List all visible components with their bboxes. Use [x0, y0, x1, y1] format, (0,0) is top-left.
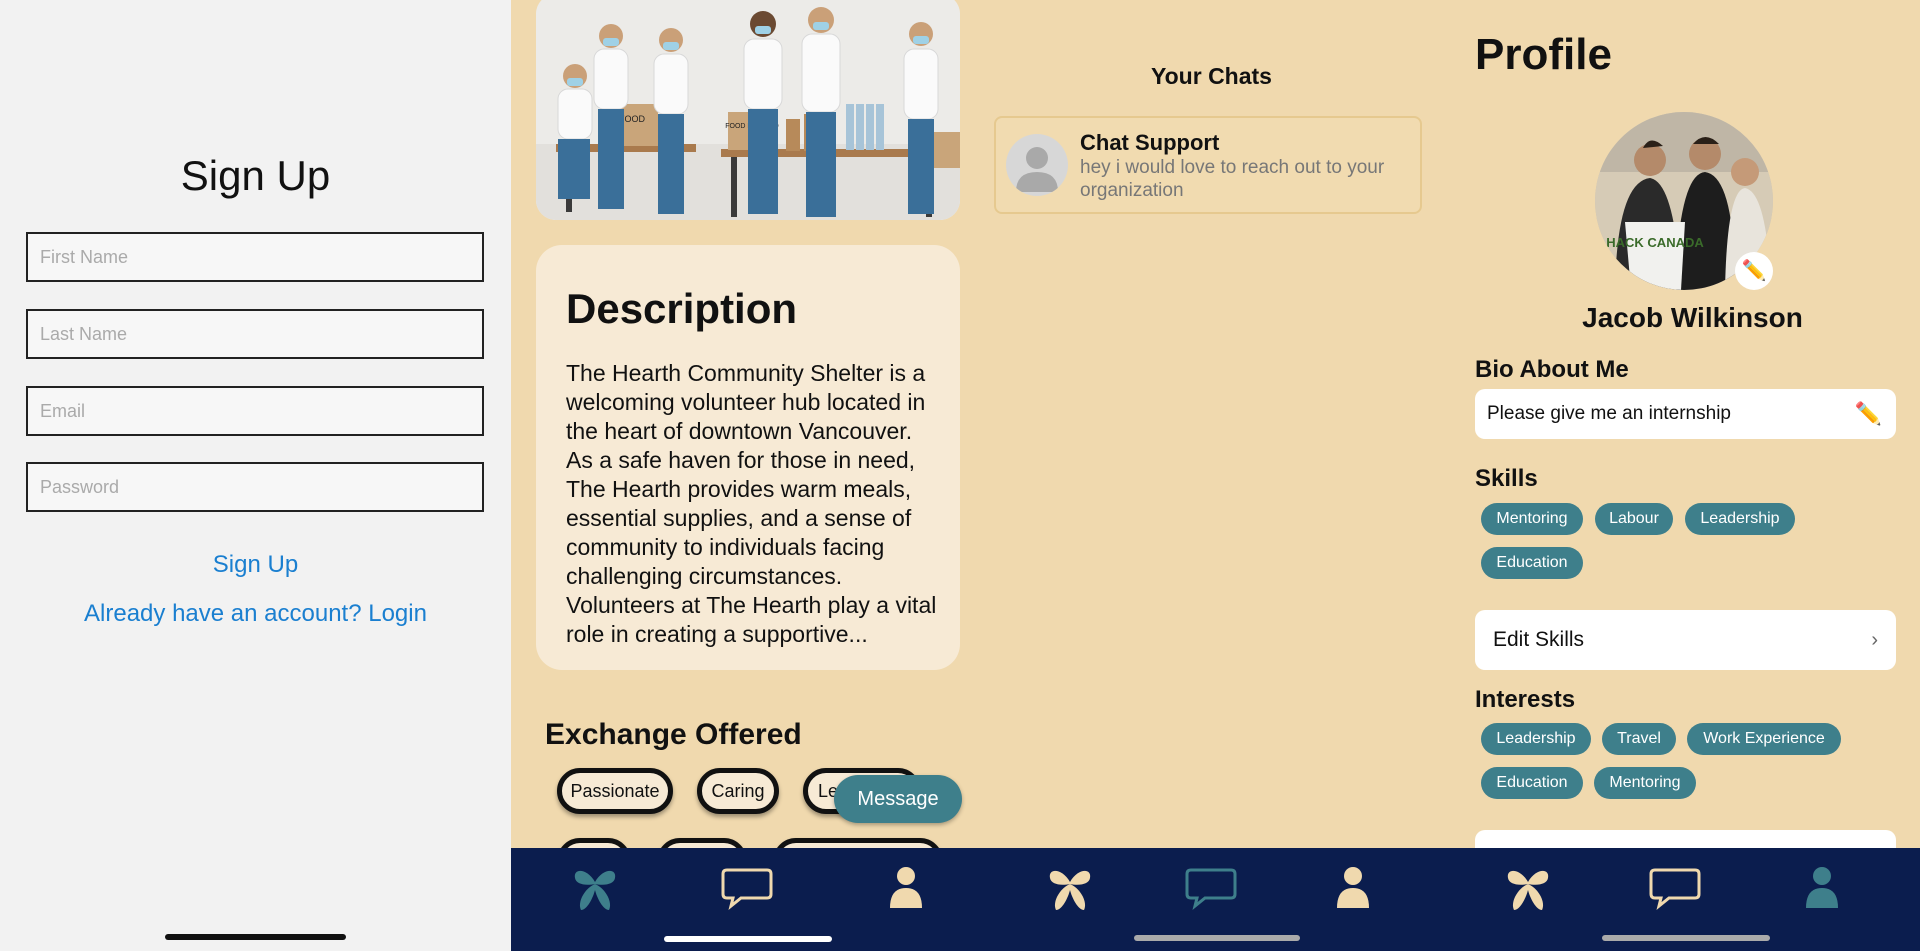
profile-icon — [1806, 867, 1838, 908]
interest-chip[interactable]: Mentoring — [1594, 767, 1696, 799]
profile-name: Jacob Wilkinson — [1582, 302, 1803, 333]
chat-icon — [1649, 868, 1701, 910]
profile-icon — [890, 867, 922, 908]
signup-screen: Sign Up First Name Last Name Email Passw… — [0, 0, 511, 951]
tab-bar — [1441, 848, 1920, 951]
home-icon — [574, 870, 616, 910]
chats-title: Your Chats — [1151, 63, 1272, 89]
tab-home[interactable] — [1498, 864, 1558, 912]
tab-profile[interactable] — [1792, 864, 1852, 912]
profile-icon — [1337, 867, 1369, 908]
login-link[interactable]: Already have an account? Login — [0, 600, 511, 628]
skill-chip[interactable]: Education — [1481, 547, 1583, 579]
description-text: The Hearth Community Shelter is a welcom… — [566, 360, 937, 647]
interest-chip[interactable]: Work Experience — [1687, 723, 1841, 755]
skill-chip[interactable]: Leadership — [1685, 503, 1795, 535]
description-card: Description The Hearth Community Shelter… — [536, 245, 960, 670]
password-placeholder: Password — [40, 477, 120, 497]
signup-button[interactable]: Sign Up — [0, 551, 511, 579]
chat-list-item[interactable]: Chat Support hey i would love to reach o… — [994, 116, 1422, 214]
volunteers-photo: FOOD FOOD DONATIO — [536, 0, 960, 220]
exchange-tag: Passionate — [557, 768, 673, 814]
password-field[interactable]: Password — [26, 462, 484, 512]
tab-chats[interactable] — [717, 864, 777, 912]
tab-bar — [511, 848, 982, 951]
tab-chats[interactable] — [1645, 864, 1705, 912]
shirt-text: HACK CANADA — [1606, 235, 1704, 250]
email-field[interactable]: Email — [26, 386, 484, 436]
profile-screen: Profile HACK CANADA ✏️ Jacob Wilkinson B… — [1441, 0, 1920, 951]
tab-home[interactable] — [1040, 864, 1100, 912]
home-indicator — [1134, 935, 1300, 941]
chats-screen: Your Chats Chat Support hey i would love… — [982, 0, 1441, 951]
skills-heading: Skills — [1475, 465, 1538, 492]
tab-bar — [982, 848, 1441, 951]
user-placeholder-icon — [1016, 147, 1058, 192]
edit-skills-button[interactable]: Edit Skills › — [1475, 610, 1896, 670]
skill-chip[interactable]: Labour — [1595, 503, 1673, 535]
chat-icon — [1185, 868, 1237, 910]
home-icon — [1049, 870, 1091, 910]
home-icon — [1507, 870, 1549, 910]
home-indicator — [165, 934, 346, 940]
tab-profile[interactable] — [876, 864, 936, 912]
bio-field[interactable]: Please give me an internship ✏️ — [1475, 389, 1896, 439]
interest-chip[interactable]: Leadership — [1481, 723, 1591, 755]
home-indicator — [1602, 935, 1770, 941]
chat-name: Chat Support — [1080, 130, 1220, 155]
description-title: Description — [566, 285, 798, 332]
first-name-placeholder: First Name — [40, 247, 129, 267]
avatar — [1006, 134, 1068, 196]
chat-icon — [721, 868, 773, 910]
interest-chip[interactable]: Education — [1481, 767, 1583, 799]
last-name-field[interactable]: Last Name — [26, 309, 484, 359]
email-placeholder: Email — [40, 401, 86, 421]
home-indicator — [664, 936, 832, 942]
bio-heading: Bio About Me — [1475, 356, 1629, 383]
tab-home[interactable] — [565, 864, 625, 912]
pencil-icon: ✏️ — [1741, 260, 1767, 282]
pencil-icon[interactable]: ✏️ — [1855, 389, 1882, 439]
exchange-title: Exchange Offered — [545, 718, 802, 751]
tab-profile[interactable] — [1323, 864, 1383, 912]
signup-title: Sign Up — [180, 152, 331, 199]
chat-preview: hey i would love to reach out to your or… — [1080, 157, 1385, 201]
opportunity-screen: FOOD FOOD DONATIO — [511, 0, 982, 951]
page-title: Profile — [1475, 30, 1612, 79]
message-button[interactable]: Message — [834, 775, 962, 823]
last-name-placeholder: Last Name — [40, 324, 128, 344]
bio-value: Please give me an internship — [1487, 403, 1731, 424]
edit-photo-button[interactable]: ✏️ — [1735, 252, 1773, 290]
edit-skills-label: Edit Skills — [1493, 628, 1585, 651]
skill-chip[interactable]: Mentoring — [1481, 503, 1583, 535]
exchange-tag: Caring — [697, 768, 779, 814]
first-name-field[interactable]: First Name — [26, 232, 484, 282]
tab-chats[interactable] — [1181, 864, 1241, 912]
interests-heading: Interests — [1475, 686, 1576, 713]
interest-chip[interactable]: Travel — [1602, 723, 1676, 755]
chevron-right-icon: › — [1871, 629, 1878, 651]
